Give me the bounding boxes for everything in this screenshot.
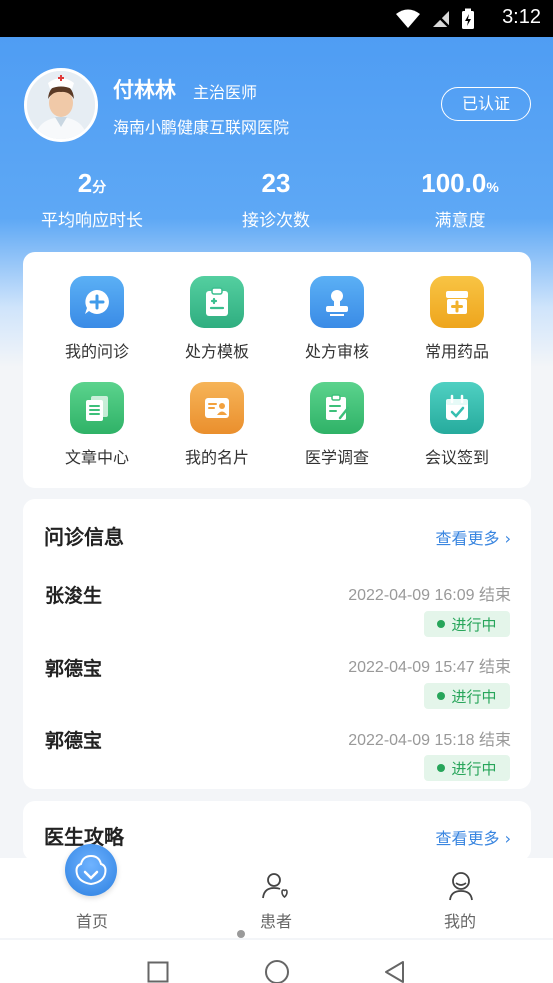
feature-article-center[interactable]: 文章中心 bbox=[42, 382, 152, 468]
profile-icon bbox=[449, 872, 473, 901]
status-label: 进行中 bbox=[451, 687, 497, 706]
feature-label: 处方审核 bbox=[304, 342, 369, 361]
stat-label: 平均响应时长 bbox=[41, 211, 143, 231]
feature-prescription-review[interactable]: 处方审核 bbox=[282, 276, 392, 362]
feature-my-card[interactable]: 我的名片 bbox=[162, 382, 272, 468]
medicine-box-icon bbox=[430, 276, 484, 328]
feature-my-consultation[interactable]: 我的问诊 bbox=[42, 276, 152, 362]
id-card-icon bbox=[190, 382, 244, 434]
feature-label: 常用药品 bbox=[424, 342, 489, 361]
chat-plus-icon bbox=[70, 276, 124, 328]
status-badge: 进行中 bbox=[424, 683, 510, 709]
status-label: 进行中 bbox=[451, 759, 497, 778]
see-more-label: 查看更多 bbox=[435, 529, 500, 548]
wifi-icon bbox=[396, 9, 420, 28]
feature-label: 会议签到 bbox=[424, 448, 489, 467]
status-dot bbox=[437, 692, 446, 700]
patient-icon bbox=[262, 873, 288, 899]
see-more-link[interactable]: 查看更多 › bbox=[435, 825, 511, 849]
feature-grid: 我的问诊 处方模板 处方审核 常用药品 文章中心 我的名片 医学调查 会议签到 bbox=[23, 252, 531, 488]
status-dot bbox=[437, 764, 446, 772]
stat-value: 23 bbox=[261, 168, 291, 198]
see-more-link[interactable]: 查看更多 › bbox=[435, 525, 511, 549]
consult-time: 2022-04-09 16:09 结束 bbox=[348, 587, 511, 604]
stat-value: 100.0 bbox=[421, 168, 487, 198]
feature-meeting-checkin[interactable]: 会议签到 bbox=[402, 382, 512, 468]
feature-common-drugs[interactable]: 常用药品 bbox=[402, 276, 512, 362]
see-more-label: 查看更多 bbox=[435, 829, 500, 848]
consult-patient-name[interactable]: 郭德宝 bbox=[45, 726, 102, 753]
battery-charging-icon bbox=[462, 8, 474, 29]
feature-label: 我的名片 bbox=[184, 448, 249, 467]
stat-consult-count: 23 接诊次数 bbox=[184, 168, 368, 231]
stat-response-time: 2分 平均响应时长 bbox=[0, 168, 184, 231]
feature-label: 医学调查 bbox=[304, 448, 369, 467]
consult-time: 2022-04-09 15:47 结束 bbox=[348, 659, 511, 676]
stat-value: 2 bbox=[77, 168, 93, 198]
status-bar: 3:12 bbox=[0, 0, 553, 37]
status-badge: 进行中 bbox=[424, 755, 510, 781]
status-time: 3:12 bbox=[502, 6, 541, 28]
status-dot bbox=[437, 620, 446, 628]
chevron-right-icon: › bbox=[504, 829, 511, 848]
tab-label: 我的 bbox=[443, 912, 476, 931]
no-signal-icon bbox=[432, 10, 450, 28]
feature-label: 文章中心 bbox=[64, 448, 129, 467]
consultation-card: 问诊信息 查看更多 › 张浚生 2022-04-09 16:09 结束 进行中 … bbox=[23, 499, 531, 789]
calendar-check-icon bbox=[430, 382, 484, 434]
stat-unit: % bbox=[486, 179, 499, 195]
stat-satisfaction: 100.0% 满意度 bbox=[368, 168, 552, 231]
bottom-tab-bar: 首页 患者 我的 bbox=[0, 844, 553, 938]
chevron-right-icon: › bbox=[504, 529, 511, 548]
consult-patient-name[interactable]: 郭德宝 bbox=[45, 654, 102, 681]
page-indicator-dot bbox=[237, 930, 245, 938]
status-icons bbox=[395, 8, 475, 30]
home-nav-icon[interactable] bbox=[264, 960, 290, 983]
section-title: 问诊信息 bbox=[44, 525, 124, 549]
status-label: 进行中 bbox=[451, 615, 497, 634]
consult-patient-name[interactable]: 张浚生 bbox=[45, 581, 102, 608]
documents-icon bbox=[70, 382, 124, 434]
clipboard-icon bbox=[190, 276, 244, 328]
home-icon bbox=[65, 844, 117, 896]
survey-icon bbox=[310, 382, 364, 434]
stat-label: 满意度 bbox=[434, 211, 486, 231]
stat-label: 接诊次数 bbox=[242, 211, 310, 231]
tab-label: 患者 bbox=[259, 912, 292, 931]
recents-icon[interactable] bbox=[147, 961, 169, 983]
consult-time: 2022-04-09 15:18 结束 bbox=[348, 732, 511, 749]
doctor-name: 付林林 bbox=[113, 78, 176, 102]
hospital-name: 海南小鹏健康互联网医院 bbox=[113, 118, 290, 137]
feature-medical-survey[interactable]: 医学调查 bbox=[282, 382, 392, 468]
back-icon[interactable] bbox=[383, 960, 405, 983]
stat-unit: 分 bbox=[92, 179, 107, 195]
stamp-icon bbox=[310, 276, 364, 328]
doctor-title: 主治医师 bbox=[193, 83, 258, 102]
feature-label: 处方模板 bbox=[184, 342, 249, 361]
verified-badge[interactable]: 已认证 bbox=[441, 87, 531, 121]
feature-label: 我的问诊 bbox=[64, 342, 129, 361]
tab-label: 首页 bbox=[75, 912, 108, 931]
avatar[interactable] bbox=[24, 68, 98, 142]
feature-prescription-template[interactable]: 处方模板 bbox=[162, 276, 272, 362]
system-nav-bar bbox=[0, 940, 553, 983]
status-badge: 进行中 bbox=[424, 611, 510, 637]
